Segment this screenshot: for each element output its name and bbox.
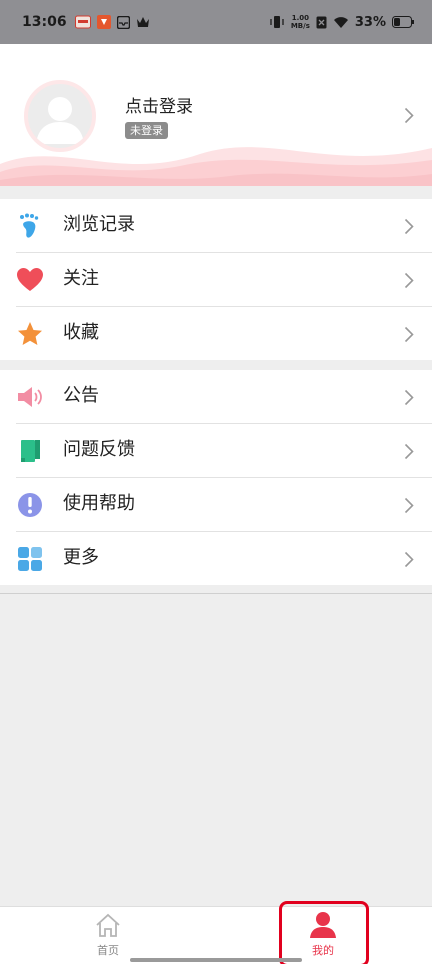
menu-label-follow: 关注 <box>63 268 99 289</box>
divider <box>0 593 432 594</box>
login-prompt[interactable]: 点击登录 <box>125 92 193 117</box>
battery-icon <box>392 16 414 28</box>
help-exclamation-icon <box>17 492 43 518</box>
tab-home[interactable]: 首页 <box>68 907 148 964</box>
status-time: 13:06 <box>22 14 67 30</box>
menu-item-history[interactable]: 浏览记录 <box>0 199 432 252</box>
notification-app-icon <box>74 15 91 29</box>
menu-label-more: 更多 <box>63 547 99 568</box>
grid-more-icon <box>17 546 43 572</box>
status-left: 13:06 <box>22 14 150 30</box>
footprint-icon <box>17 213 43 239</box>
status-bar: 13:06 1.00 MB/s 33% <box>0 0 432 44</box>
wifi-icon <box>333 16 349 29</box>
menu-item-follow[interactable]: 关注 <box>0 253 432 306</box>
speaker-icon <box>17 384 43 410</box>
inbox-icon <box>116 15 130 29</box>
chevron-right-icon <box>404 272 414 293</box>
heart-icon <box>17 267 43 293</box>
menu-group-history: 浏览记录 关注 收藏 <box>0 199 432 360</box>
chevron-right-icon <box>404 551 414 572</box>
menu-item-feedback[interactable]: 问题反馈 <box>0 424 432 477</box>
battery-percent: 33% <box>354 14 386 30</box>
menu-group-support: 公告 问题反馈 使用帮助 更多 <box>0 370 432 585</box>
menu-item-favorites[interactable]: 收藏 <box>0 307 432 360</box>
crown-icon <box>136 16 150 28</box>
menu-label-feedback: 问题反馈 <box>63 439 135 460</box>
chevron-right-icon <box>404 107 414 128</box>
star-icon <box>17 321 43 347</box>
menu-label-favorites: 收藏 <box>63 322 99 343</box>
profile-header[interactable]: 点击登录 未登录 <box>0 44 432 186</box>
sim-icon <box>316 16 327 29</box>
menu-item-announcement[interactable]: 公告 <box>0 370 432 423</box>
tab-label-home: 首页 <box>97 944 119 957</box>
menu-label-history: 浏览记录 <box>63 214 135 235</box>
highlight-box <box>279 901 369 964</box>
net-speed: 1.00 MB/s <box>291 14 310 30</box>
chevron-right-icon <box>404 389 414 410</box>
feedback-book-icon <box>17 438 43 464</box>
status-badge: 未登录 <box>125 122 168 139</box>
net-speed-value: 1.00 <box>291 14 309 22</box>
menu-item-more[interactable]: 更多 <box>0 532 432 585</box>
menu-label-help: 使用帮助 <box>63 493 135 514</box>
chevron-right-icon <box>404 326 414 347</box>
home-icon <box>95 912 121 938</box>
vibrate-icon <box>269 15 285 29</box>
menu-item-help[interactable]: 使用帮助 <box>0 478 432 531</box>
default-user-icon <box>36 97 84 144</box>
status-right: 1.00 MB/s 33% <box>269 14 414 30</box>
chevron-right-icon <box>404 218 414 239</box>
net-speed-unit: MB/s <box>290 22 310 30</box>
notification-app-icon-2 <box>96 15 111 29</box>
home-indicator[interactable] <box>130 958 302 962</box>
avatar[interactable] <box>24 80 96 152</box>
chevron-right-icon <box>404 443 414 464</box>
chevron-right-icon <box>404 497 414 518</box>
menu-label-announcement: 公告 <box>63 385 99 406</box>
